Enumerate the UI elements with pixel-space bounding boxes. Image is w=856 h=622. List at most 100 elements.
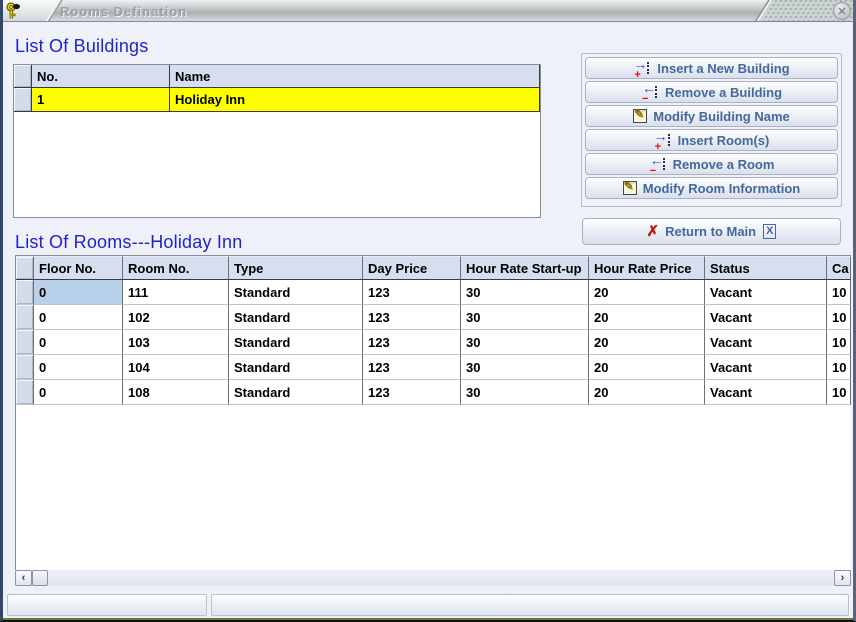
room-hourprice[interactable]: 20	[589, 355, 705, 380]
window-title: Rooms Defination	[60, 4, 187, 19]
modify-building-label: Modify Building Name	[653, 109, 790, 124]
room-hourprice[interactable]: 20	[589, 305, 705, 330]
room-floor[interactable]: 0	[34, 355, 123, 380]
column-header-dayprice[interactable]: Day Price	[363, 256, 461, 280]
room-type[interactable]: Standard	[229, 280, 363, 305]
row-selector[interactable]	[14, 88, 32, 112]
app-window: Rooms Defination ✕ List Of Buildings No.…	[0, 0, 856, 622]
key-icon	[4, 1, 24, 21]
room-hourprice[interactable]: 20	[589, 330, 705, 355]
row-selector[interactable]	[16, 355, 34, 380]
room-type[interactable]: Standard	[229, 330, 363, 355]
remove-record-icon: ←−	[641, 85, 659, 100]
room-dayprice[interactable]: 123	[363, 380, 461, 405]
column-header-room[interactable]: Room No.	[123, 256, 229, 280]
room-hourstartup[interactable]: 30	[461, 355, 589, 380]
status-bar	[5, 592, 851, 616]
column-header-hourprice[interactable]: Hour Rate Price	[589, 256, 705, 280]
buildings-grid-header: No. Name	[14, 65, 540, 88]
room-status[interactable]: Vacant	[705, 355, 827, 380]
room-hourstartup[interactable]: 30	[461, 305, 589, 330]
remove-room-button[interactable]: ←− Remove a Room	[585, 153, 838, 175]
scrollbar-track[interactable]	[48, 570, 834, 586]
insert-rooms-label: Insert Room(s)	[678, 133, 770, 148]
room-status[interactable]: Vacant	[705, 305, 827, 330]
room-hourstartup[interactable]: 30	[461, 380, 589, 405]
room-capacity[interactable]: 10	[827, 355, 851, 380]
room-row[interactable]: 0 102 Standard 123 30 20 Vacant 10	[16, 305, 851, 330]
column-header-status[interactable]: Status	[705, 256, 827, 280]
column-header-floor[interactable]: Floor No.	[34, 256, 123, 280]
room-floor[interactable]: 0	[34, 380, 123, 405]
scroll-left-icon[interactable]: ‹	[15, 570, 32, 586]
row-selector[interactable]	[16, 330, 34, 355]
building-name[interactable]: Holiday Inn	[170, 88, 540, 112]
insert-building-label: Insert a New Building	[657, 61, 789, 76]
modify-building-button[interactable]: ✎ Modify Building Name	[585, 105, 838, 127]
red-x-icon: ✗	[647, 224, 660, 239]
building-no[interactable]: 1	[32, 88, 170, 112]
insert-record-icon: →+	[633, 61, 651, 76]
room-dayprice[interactable]: 123	[363, 330, 461, 355]
room-dayprice[interactable]: 123	[363, 280, 461, 305]
buildings-grid: No. Name 1 Holiday Inn	[13, 64, 541, 218]
room-capacity[interactable]: 10	[827, 305, 851, 330]
room-capacity[interactable]: 10	[827, 330, 851, 355]
room-row[interactable]: 0 111 Standard 123 30 20 Vacant 10	[16, 280, 851, 305]
room-dayprice[interactable]: 123	[363, 305, 461, 330]
room-no[interactable]: 111	[123, 280, 229, 305]
row-selector[interactable]	[16, 280, 34, 305]
room-hourstartup[interactable]: 30	[461, 330, 589, 355]
room-no[interactable]: 108	[123, 380, 229, 405]
edit-note-icon: ✎	[623, 181, 637, 195]
room-no[interactable]: 103	[123, 330, 229, 355]
room-row[interactable]: 0 104 Standard 123 30 20 Vacant 10	[16, 355, 851, 380]
column-header-hourstartup[interactable]: Hour Rate Start-up	[461, 256, 589, 280]
horizontal-scrollbar[interactable]: ‹ ›	[15, 570, 851, 586]
buildings-heading: List Of Buildings	[15, 36, 148, 57]
row-selector[interactable]	[16, 305, 34, 330]
insert-record-icon: →+	[654, 133, 672, 148]
column-header-name[interactable]: Name	[170, 65, 540, 88]
insert-building-button[interactable]: →+ Insert a New Building	[585, 57, 838, 79]
room-capacity[interactable]: 10	[827, 280, 851, 305]
room-type[interactable]: Standard	[229, 355, 363, 380]
room-floor[interactable]: 0	[34, 280, 123, 305]
close-icon[interactable]: ✕	[833, 2, 851, 20]
row-selector-header	[16, 256, 34, 280]
room-status[interactable]: Vacant	[705, 280, 827, 305]
remove-record-icon: ←−	[649, 157, 667, 172]
scrollbar-thumb[interactable]	[32, 570, 48, 586]
room-status[interactable]: Vacant	[705, 380, 827, 405]
room-row[interactable]: 0 103 Standard 123 30 20 Vacant 10	[16, 330, 851, 355]
room-type[interactable]: Standard	[229, 305, 363, 330]
status-panel-left	[7, 594, 207, 616]
building-row[interactable]: 1 Holiday Inn	[14, 88, 540, 112]
room-no[interactable]: 102	[123, 305, 229, 330]
remove-building-label: Remove a Building	[665, 85, 782, 100]
modify-room-button[interactable]: ✎ Modify Room Information	[585, 177, 838, 199]
remove-building-button[interactable]: ←− Remove a Building	[585, 81, 838, 103]
room-status[interactable]: Vacant	[705, 330, 827, 355]
room-hourstartup[interactable]: 30	[461, 280, 589, 305]
column-header-no[interactable]: No.	[32, 65, 170, 88]
room-floor[interactable]: 0	[34, 305, 123, 330]
row-selector[interactable]	[16, 380, 34, 405]
room-no[interactable]: 104	[123, 355, 229, 380]
room-capacity[interactable]: 10	[827, 380, 851, 405]
room-dayprice[interactable]: 123	[363, 355, 461, 380]
room-floor[interactable]: 0	[34, 330, 123, 355]
room-hourprice[interactable]: 20	[589, 280, 705, 305]
column-header-type[interactable]: Type	[229, 256, 363, 280]
return-to-main-button[interactable]: ✗ Return to MainX	[582, 218, 841, 245]
room-type[interactable]: Standard	[229, 380, 363, 405]
shortcut-key-box: X	[763, 224, 776, 239]
insert-rooms-button[interactable]: →+ Insert Room(s)	[585, 129, 838, 151]
titlebar: Rooms Defination ✕	[0, 0, 856, 22]
room-hourprice[interactable]: 20	[589, 380, 705, 405]
scroll-right-icon[interactable]: ›	[834, 570, 851, 586]
rooms-grid: Floor No. Room No. Type Day Price Hour R…	[15, 255, 851, 570]
room-row[interactable]: 0 108 Standard 123 30 20 Vacant 10	[16, 380, 851, 405]
column-header-capacity[interactable]: Ca	[827, 256, 851, 280]
status-panel-right	[211, 594, 849, 616]
